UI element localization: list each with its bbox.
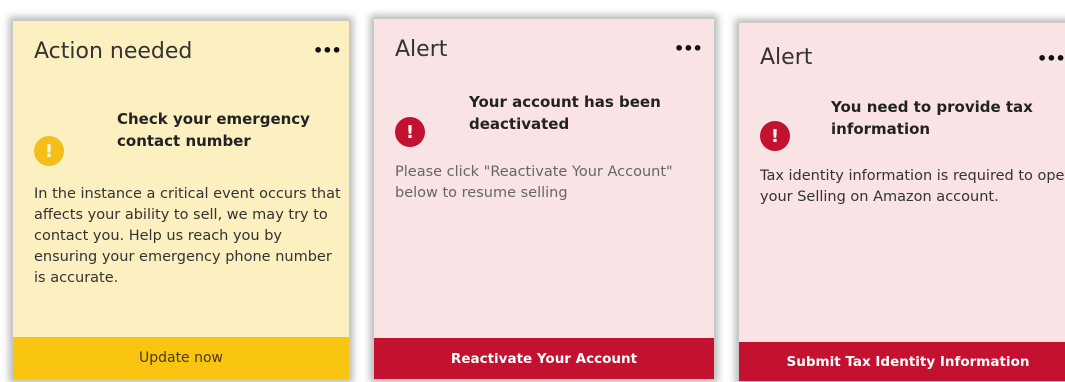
card-body: In the instance a critical event occurs … [34,186,341,287]
card-headline: Check your emergency contact number [117,110,310,150]
warning-icon: ! [34,136,64,166]
card-title: Action needed [34,39,193,64]
tax-information-alert-card: Alert ••• ! You need to provide tax info… [738,22,1065,382]
card-title: Alert [760,45,813,70]
alert-icon: ! [395,117,425,147]
reactivate-account-button[interactable]: Reactivate Your Account [374,338,714,379]
more-options-icon[interactable]: ••• [1037,51,1065,67]
card-headline: You need to provide tax information [831,98,1033,138]
submit-tax-identity-button[interactable]: Submit Tax Identity Information [739,342,1065,381]
card-body: Tax identity information is required to … [760,168,1065,206]
card-title: Alert [395,37,448,62]
account-deactivated-alert-card: Alert ••• ! Your account has been deacti… [373,18,715,380]
more-options-icon[interactable]: ••• [313,43,342,59]
card-body: Please click "Reactivate Your Account" b… [395,164,673,202]
card-headline: Your account has been deactivated [469,93,661,133]
update-now-button[interactable]: Update now [13,337,349,379]
more-options-icon[interactable]: ••• [674,41,703,57]
alert-icon: ! [760,121,790,151]
action-needed-card: Action needed ••• ! Check your emergency… [12,20,350,380]
